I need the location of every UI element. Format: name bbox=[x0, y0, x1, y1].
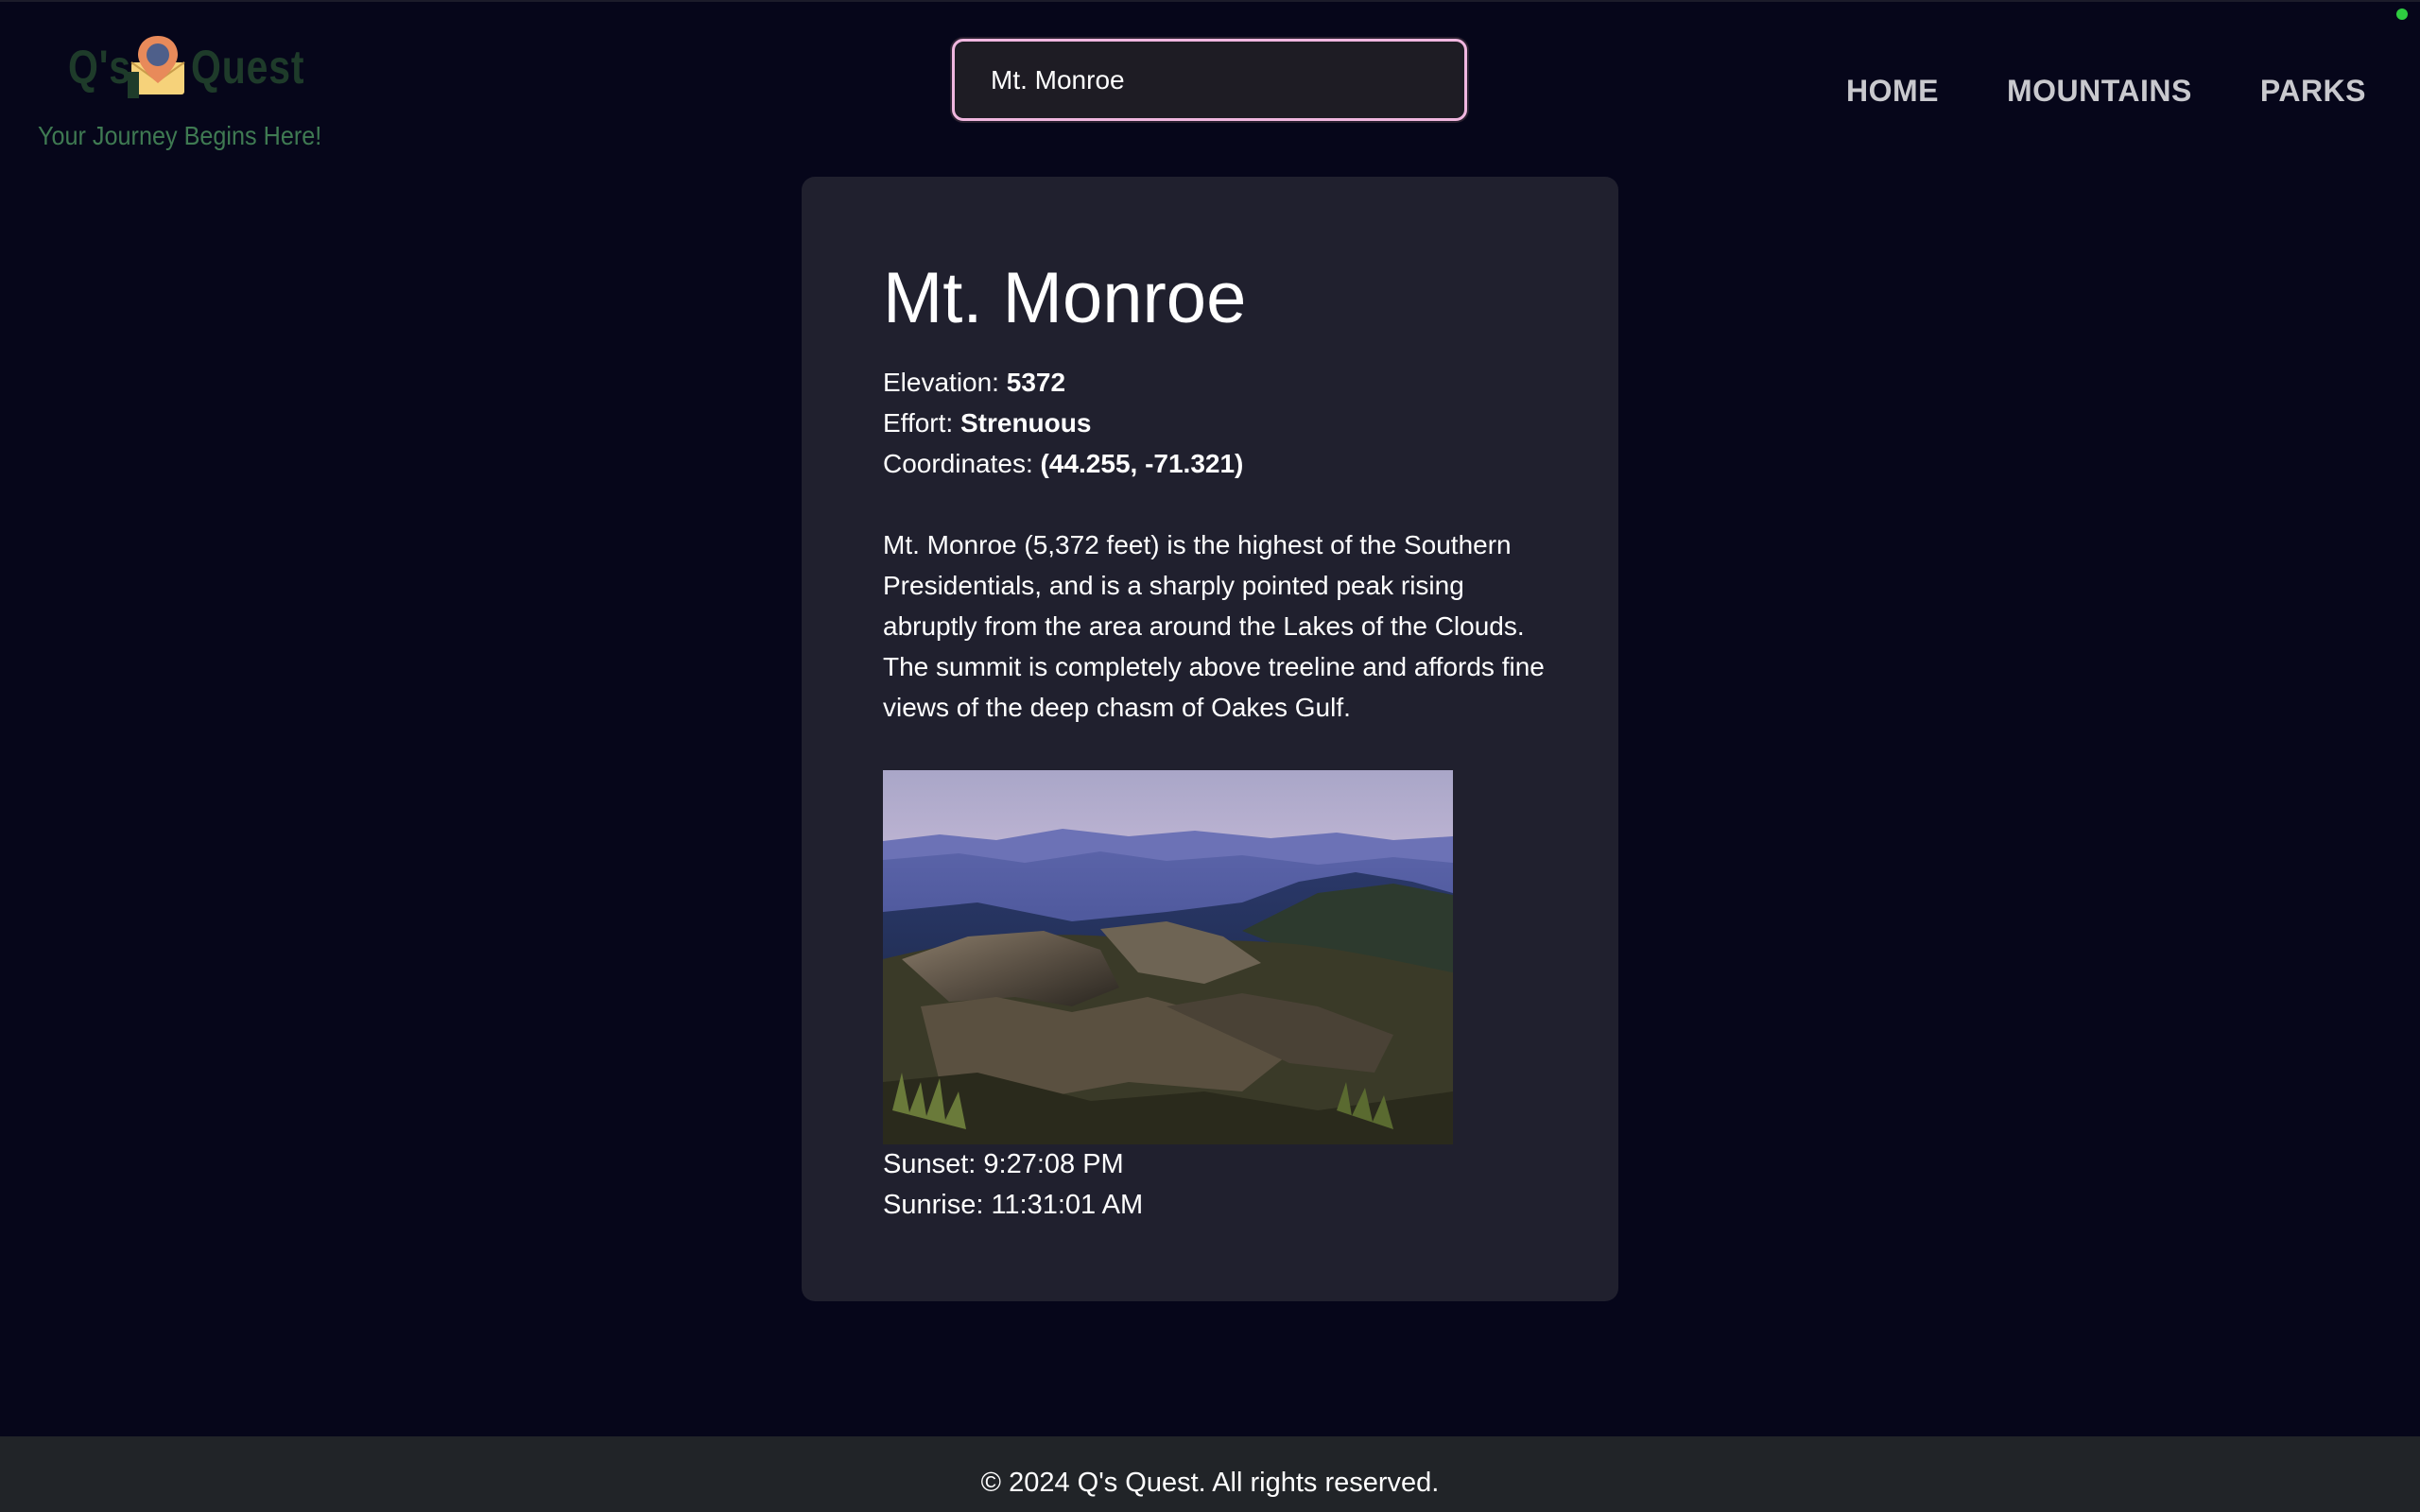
coordinates-row: Coordinates: (44.255, -71.321) bbox=[883, 443, 1537, 484]
map-pin-icon bbox=[128, 36, 185, 98]
nav-home-link[interactable]: HOME bbox=[1846, 74, 1939, 109]
tagline: Your Journey Begins Here! bbox=[38, 121, 322, 150]
effort-label: Effort: bbox=[883, 408, 960, 438]
logo-text-right: Quest bbox=[191, 41, 305, 94]
mountain-card: Mt. Monroe Elevation: 5372 Effort: Stren… bbox=[802, 177, 1618, 1301]
sunset-time: Sunset: 9:27:08 PM bbox=[883, 1149, 1124, 1179]
footer: © 2024 Q's Quest. All rights reserved. bbox=[0, 1436, 2420, 1512]
mountain-title: Mt. Monroe bbox=[883, 258, 1247, 338]
logo-text-left: Q's bbox=[68, 41, 131, 94]
top-border bbox=[0, 0, 2420, 2]
search-input[interactable] bbox=[955, 42, 1464, 118]
effort-row: Effort: Strenuous bbox=[883, 403, 1537, 443]
sunrise-time: Sunrise: 11:31:01 AM bbox=[883, 1190, 1144, 1220]
effort-value: Strenuous bbox=[959, 408, 1092, 438]
mountain-summit-photo bbox=[883, 770, 1453, 1144]
coordinates-label: Coordinates: bbox=[883, 449, 1041, 478]
coordinates-value: (44.255, -71.321) bbox=[1040, 449, 1244, 478]
status-indicator-dot bbox=[2396, 9, 2408, 20]
nav-mountains-link[interactable]: MOUNTAINS bbox=[2007, 74, 2192, 109]
footer-copyright: © 2024 Q's Quest. All rights reserved. bbox=[980, 1468, 1440, 1498]
mountain-description: Mt. Monroe (5,372 feet) is the highest o… bbox=[883, 530, 1545, 722]
elevation-value: 5372 bbox=[1006, 368, 1066, 397]
page: Q's Quest Your Journey Begins Here! HOME… bbox=[0, 0, 2420, 1512]
nav-parks-link[interactable]: PARKS bbox=[2260, 74, 2366, 109]
search-box bbox=[952, 39, 1467, 121]
main-nav: HOME MOUNTAINS PARKS bbox=[1846, 74, 2366, 109]
elevation-label: Elevation: bbox=[883, 368, 1007, 397]
elevation-row: Elevation: 5372 bbox=[883, 362, 1537, 403]
